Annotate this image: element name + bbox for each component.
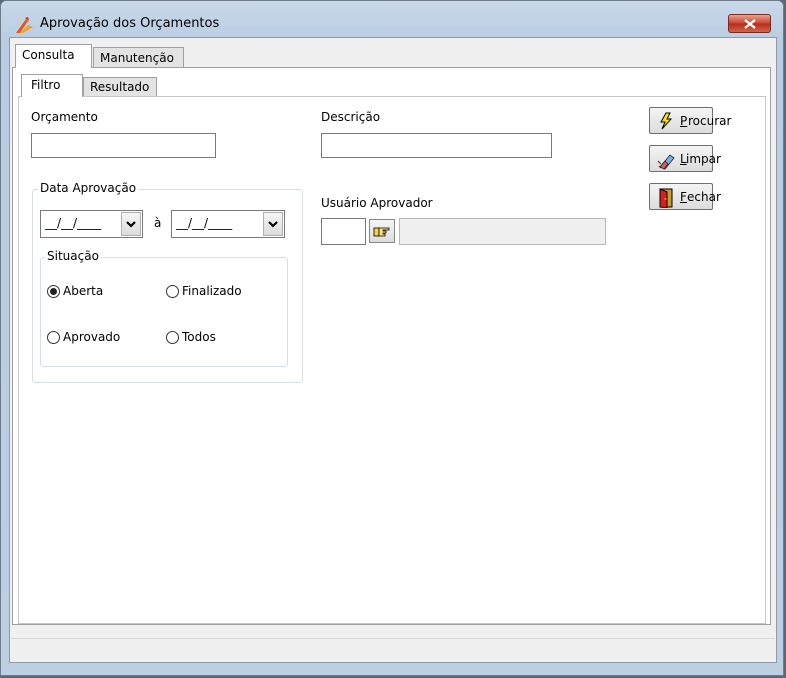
close-button[interactable] — [728, 14, 771, 33]
situacao-group: Situação Aberta Finalizado Aprovado Todo… — [40, 249, 288, 367]
radio-aprovado-circle[interactable] — [47, 331, 60, 344]
radio-aberta-label[interactable]: Aberta — [63, 284, 103, 298]
radio-todos-circle[interactable] — [166, 331, 179, 344]
orcamento-label: Orçamento — [31, 110, 98, 124]
fechar-button[interactable]: F echar — [649, 183, 721, 210]
tab-resultado-label: Resultado — [90, 80, 150, 94]
pointing-hand-icon — [373, 227, 390, 237]
limpar-label-rest: impar — [686, 152, 721, 166]
procurar-label-rest: rocurar — [688, 114, 732, 128]
window-title: Aprovação dos Orçamentos — [40, 16, 220, 31]
app-logo-icon — [14, 16, 34, 34]
tab-consulta[interactable]: Consulta — [15, 44, 92, 68]
eraser-icon — [657, 150, 675, 170]
app-window: Aprovação dos Orçamentos Consulta Manute… — [0, 0, 784, 676]
client-area: Consulta Manutenção Filtro Resultado Orç… — [9, 37, 777, 663]
title-bar: Aprovação dos Orçamentos — [1, 1, 783, 37]
door-exit-icon — [657, 188, 675, 209]
date-to-dropdown-button[interactable] — [263, 212, 283, 236]
radio-aprovado-label[interactable]: Aprovado — [63, 330, 120, 344]
usuario-aprovador-label: Usuário Aprovador — [321, 196, 433, 210]
procurar-label: P — [680, 114, 688, 128]
date-from-dropdown-button[interactable] — [121, 212, 141, 236]
radio-todos-label[interactable]: Todos — [182, 330, 216, 344]
date-from-value: __/__/____ — [45, 216, 102, 230]
consulta-panel: Filtro Resultado Orçamento Descrição Dat… — [12, 67, 771, 625]
situacao-legend: Situação — [45, 249, 101, 263]
radio-finalizado-circle[interactable] — [166, 285, 179, 298]
tab-resultado[interactable]: Resultado — [83, 77, 157, 97]
fechar-label: F — [680, 190, 687, 204]
filtro-panel: Orçamento Descrição Data Aprovação __/__… — [18, 96, 766, 624]
tab-filtro-label: Filtro — [31, 78, 61, 92]
procurar-button[interactable]: P rocurar — [649, 107, 731, 134]
close-icon — [743, 18, 756, 29]
chevron-down-icon — [126, 221, 136, 228]
tab-manutencao[interactable]: Manutenção — [93, 47, 184, 68]
fechar-label-rest: echar — [687, 190, 721, 204]
usuario-name-field — [399, 218, 606, 245]
limpar-button[interactable]: L impar — [649, 145, 721, 172]
date-separator: à — [154, 216, 162, 230]
usuario-code-input[interactable] — [321, 218, 366, 245]
date-from-picker[interactable]: __/__/____ — [40, 210, 143, 238]
tab-manutencao-label: Manutenção — [100, 51, 174, 65]
tab-filtro[interactable]: Filtro — [21, 74, 83, 97]
descricao-label: Descrição — [321, 110, 381, 124]
lightning-icon — [657, 112, 675, 130]
descricao-input[interactable] — [321, 133, 552, 158]
usuario-lookup-button[interactable] — [369, 219, 395, 243]
date-to-picker[interactable]: __/__/____ — [171, 210, 285, 238]
radio-aberta-circle[interactable] — [47, 285, 60, 298]
data-aprovacao-group: Data Aprovação __/__/____ à __/__/____ S… — [32, 181, 303, 383]
status-bar — [11, 638, 775, 661]
chevron-down-icon — [268, 221, 278, 228]
radio-finalizado-label[interactable]: Finalizado — [182, 284, 242, 298]
orcamento-input[interactable] — [31, 133, 216, 158]
date-to-value: __/__/____ — [176, 216, 233, 230]
tab-consulta-label: Consulta — [22, 48, 75, 62]
data-aprovacao-legend: Data Aprovação — [38, 181, 139, 195]
